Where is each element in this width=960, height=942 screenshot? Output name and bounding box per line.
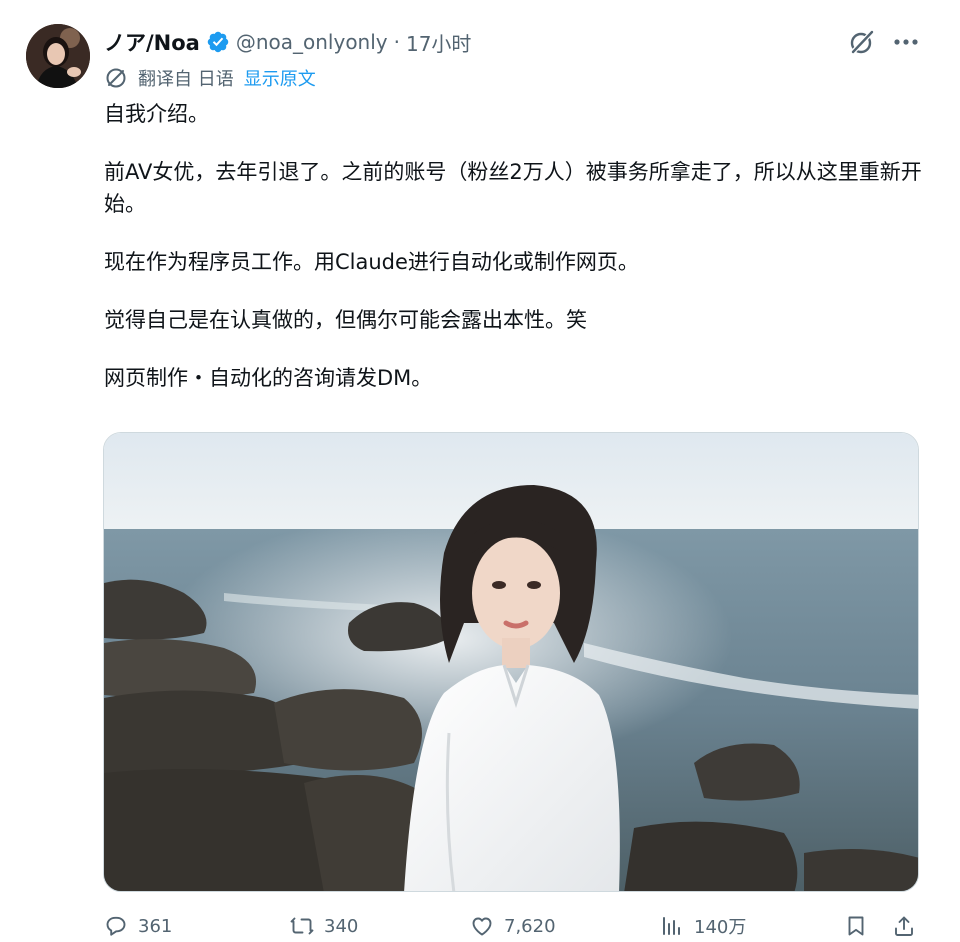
tweet-paragraph: 网页制作・自动化的咨询请发DM。	[104, 366, 433, 390]
share-button[interactable]	[892, 910, 926, 942]
retweet-arrows-icon	[290, 917, 314, 935]
bookmark-button[interactable]	[844, 910, 878, 942]
tweet-paragraph: 自我介绍。	[104, 102, 209, 126]
separator-dot: ·	[393, 30, 400, 54]
views-button[interactable]: 140万	[660, 910, 746, 942]
tweet-text: 自我介绍。 前AV女优，去年引退了。之前的账号（粉丝2万人）被事务所拿走了，所以…	[104, 98, 924, 394]
retweet-count: 340	[324, 915, 359, 937]
reply-count: 361	[138, 915, 173, 937]
like-count: 7,620	[504, 915, 556, 937]
like-button[interactable]: 7,620	[470, 910, 556, 942]
action-bar: 361 340 7,620 140万	[104, 910, 924, 942]
grok-slash-circle-icon[interactable]	[846, 26, 878, 58]
translate-icon	[106, 68, 126, 88]
tweet-paragraph: 觉得自己是在认真做的，但偶尔可能会露出本性。笑	[104, 308, 587, 332]
verified-badge-icon	[207, 31, 229, 53]
avatar-image	[26, 24, 90, 88]
translation-row: 翻译自 日语 显示原文	[104, 64, 316, 92]
bar-chart-icon	[663, 917, 680, 935]
avatar[interactable]	[26, 24, 90, 88]
tweet-paragraph: 现在作为程序员工作。用Claude进行自动化或制作网页。	[104, 250, 639, 274]
tweet-paragraph: 前AV女优，去年引退了。之前的账号（粉丝2万人）被事务所拿走了，所以从这里重新开…	[104, 160, 922, 216]
show-original-link[interactable]: 显示原文	[244, 65, 316, 91]
tweet: ノア/Noa @noa_onlyonly · 17小时 翻译自 日语 显示原文 …	[0, 0, 960, 942]
timestamp[interactable]: 17小时	[406, 28, 471, 57]
share-upload-icon	[895, 916, 913, 936]
views-count: 140万	[694, 917, 747, 938]
photo-image	[104, 433, 918, 891]
bookmark-icon	[848, 916, 864, 936]
more-dots-icon[interactable]	[890, 28, 922, 56]
translation-label: 翻译自 日语	[138, 69, 234, 90]
display-name[interactable]: ノア/Noa	[104, 27, 200, 57]
user-handle[interactable]: @noa_onlyonly	[236, 30, 388, 54]
reply-button[interactable]: 361	[104, 910, 172, 942]
tweet-header: ノア/Noa @noa_onlyonly · 17小时	[104, 26, 471, 58]
heart-icon	[472, 917, 492, 936]
retweet-button[interactable]: 340	[290, 910, 358, 942]
reply-bubble-icon	[106, 916, 126, 936]
tweet-photo[interactable]	[103, 432, 919, 892]
